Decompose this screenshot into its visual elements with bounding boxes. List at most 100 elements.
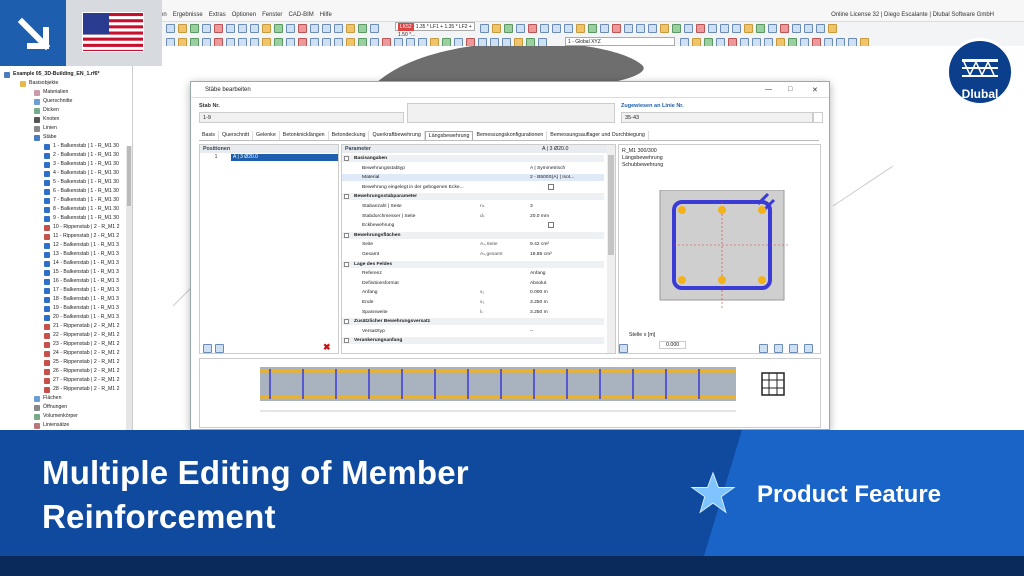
position-row[interactable]: 1 A | 3 Ø20.0 xyxy=(201,154,338,161)
parameter-row[interactable]: Stabanzahl | Seite nₛ 3 xyxy=(342,203,604,210)
toolbar-button[interactable] xyxy=(648,23,657,33)
member-item[interactable]: 4 - Balkenstab | 1 - R_M1 30 xyxy=(44,169,119,178)
menu-item[interactable]: Optionen xyxy=(232,12,256,18)
member-item[interactable]: 15 - Balkenstab | 1 - R_M1 3 xyxy=(44,268,119,277)
collapse-toggle[interactable] xyxy=(344,261,349,267)
parameter-row[interactable]: Zusätzlicher Bewehrungsversatz xyxy=(342,318,604,326)
parameter-row[interactable]: Spannweite lₛ 3.250 m xyxy=(342,309,604,316)
options-button[interactable] xyxy=(804,344,813,353)
toolbar-button[interactable] xyxy=(528,23,537,33)
toolbar-button[interactable] xyxy=(346,23,355,33)
toolbar-button[interactable] xyxy=(370,23,379,33)
toolbar-button[interactable] xyxy=(492,23,501,33)
print-button[interactable] xyxy=(789,344,798,353)
basic-objects-folder[interactable]: Basisobjekte xyxy=(20,79,58,88)
member-item[interactable]: 19 - Balkenstab | 1 - R_M1 3 xyxy=(44,304,119,313)
toolbar-button[interactable] xyxy=(322,23,331,33)
parameter-row[interactable]: Anfang x₁ 0.000 m xyxy=(342,289,604,296)
member-item[interactable]: 12 - Balkenstab | 1 - R_M1 3 xyxy=(44,241,119,250)
navigator-group[interactable]: Querschnitte xyxy=(34,97,72,106)
toolbar-button[interactable] xyxy=(696,23,705,33)
tab-4[interactable]: Betondeckung xyxy=(329,131,370,140)
member-reinforcement-view[interactable] xyxy=(199,358,821,428)
maximize-button[interactable]: □ xyxy=(788,86,792,93)
member-item[interactable]: 26 - Rippenstab | 2 - R_M1 2 xyxy=(44,367,120,376)
parameter-row[interactable]: Lage des Feldes xyxy=(342,260,604,268)
toolbar-button[interactable] xyxy=(720,23,729,33)
parameter-value[interactable]: Absolut xyxy=(530,280,546,287)
copy-position-button[interactable] xyxy=(215,344,224,353)
filter-button[interactable] xyxy=(619,344,628,353)
toolbar-button[interactable] xyxy=(612,23,621,33)
toolbar-button[interactable] xyxy=(660,23,669,33)
toolbar-button[interactable] xyxy=(804,23,813,33)
toolbar-button[interactable] xyxy=(744,23,753,33)
collapse-toggle[interactable] xyxy=(344,232,349,238)
tab-6[interactable]: Längsbewehrung xyxy=(424,131,474,140)
parameter-row[interactable]: Eckbewehrung xyxy=(342,222,604,229)
parameter-value[interactable]: 20.0 mm xyxy=(530,213,549,220)
member-no-field[interactable]: 1-9 xyxy=(199,112,404,123)
toolbar-button[interactable] xyxy=(636,23,645,33)
toolbar-button[interactable] xyxy=(190,23,199,33)
toolbar-button[interactable] xyxy=(178,23,187,33)
tab-2[interactable]: Gelenke xyxy=(253,131,280,140)
member-item[interactable]: 24 - Rippenstab | 2 - R_M1 2 xyxy=(44,349,120,358)
toolbar-button[interactable] xyxy=(226,23,235,33)
parameter-row[interactable]: Basisangaben xyxy=(342,155,604,162)
toolbar-button[interactable] xyxy=(286,23,295,33)
tab-3[interactable]: Betonknicklängen xyxy=(280,131,329,140)
tab-1[interactable]: Querschnitt xyxy=(219,131,254,140)
new-position-button[interactable] xyxy=(203,344,212,353)
view-settings-button[interactable] xyxy=(759,344,768,353)
menu-item[interactable]: Fenster xyxy=(262,12,282,18)
member-item[interactable]: 18 - Balkenstab | 1 - R_M1 3 xyxy=(44,295,119,304)
parameter-value[interactable]: 3 xyxy=(530,203,533,210)
toolbar-button[interactable] xyxy=(756,23,765,33)
member-item[interactable]: 1 - Balkenstab | 1 - R_M1 30 xyxy=(44,142,119,151)
navigator-group[interactable]: Linien xyxy=(34,124,57,133)
tab-7[interactable]: Bemessungskonfigurationen xyxy=(473,131,548,140)
toolbar-button[interactable] xyxy=(298,23,307,33)
parameter-checkbox[interactable] xyxy=(548,183,554,190)
parameters-scrollbar[interactable] xyxy=(607,145,615,353)
parameter-row[interactable]: Bewehrungsstabtyp A | Symmetrisch xyxy=(342,165,604,172)
member-name-field[interactable] xyxy=(407,103,615,123)
member-item[interactable]: 9 - Balkenstab | 1 - R_M1 30 xyxy=(44,214,119,223)
toolbar-button[interactable] xyxy=(310,23,319,33)
parameter-row[interactable]: Bewehrung eingelegt in der gebogenen Eck… xyxy=(342,183,604,191)
parameter-value[interactable]: -- xyxy=(530,328,533,335)
parameter-row[interactable]: Gesamt Aₛ,gesamt 18.85 cm² xyxy=(342,251,604,258)
parameter-row[interactable]: Referenz Anfang xyxy=(342,270,604,277)
toolbar-button[interactable] xyxy=(504,23,513,33)
member-item[interactable]: 10 - Rippenstab | 2 - R_M1 2 xyxy=(44,223,120,232)
parameter-row[interactable]: Bewehrungsflächen xyxy=(342,231,604,239)
parameter-row[interactable]: Bewehrungsstabparameter xyxy=(342,193,604,201)
delete-position-icon[interactable]: ✖ xyxy=(323,342,331,353)
parameter-value[interactable]: 18.85 cm² xyxy=(530,251,552,258)
toolbar-button[interactable] xyxy=(816,23,825,33)
close-button[interactable]: ✕ xyxy=(812,86,818,94)
parameter-row[interactable]: Stabdurchmesser | Seite dₛ 20.0 mm xyxy=(342,213,604,220)
toolbar-button[interactable] xyxy=(480,23,489,33)
menu-item[interactable]: CAD-BIM xyxy=(288,12,313,18)
toolbar-button[interactable] xyxy=(262,23,271,33)
collapse-toggle[interactable] xyxy=(344,194,349,200)
toolbar-button[interactable] xyxy=(768,23,777,33)
toolbar-button[interactable] xyxy=(624,23,633,33)
toolbar-button[interactable] xyxy=(552,23,561,33)
toolbar-button[interactable] xyxy=(588,23,597,33)
parameter-row[interactable]: Versatztyp -- xyxy=(342,328,604,335)
toolbar-button[interactable] xyxy=(238,23,247,33)
navigator-group[interactable]: Dicken xyxy=(34,106,59,115)
member-item[interactable]: 3 - Balkenstab | 1 - R_M1 30 xyxy=(44,160,119,169)
parameter-value[interactable]: 2 - B500S(A) | Isot... xyxy=(530,174,574,181)
menu-item[interactable]: Extras xyxy=(209,12,226,18)
parameter-checkbox[interactable] xyxy=(548,222,554,229)
navigator-group[interactable]: Öffnungen xyxy=(34,403,67,412)
parameter-value[interactable]: 9.42 cm² xyxy=(530,241,549,248)
member-item[interactable]: 7 - Balkenstab | 1 - R_M1 30 xyxy=(44,196,119,205)
toolbar-button[interactable] xyxy=(274,23,283,33)
navigator-group[interactable]: Flächen xyxy=(34,394,61,403)
menu-item[interactable]: Hilfe xyxy=(320,12,332,18)
